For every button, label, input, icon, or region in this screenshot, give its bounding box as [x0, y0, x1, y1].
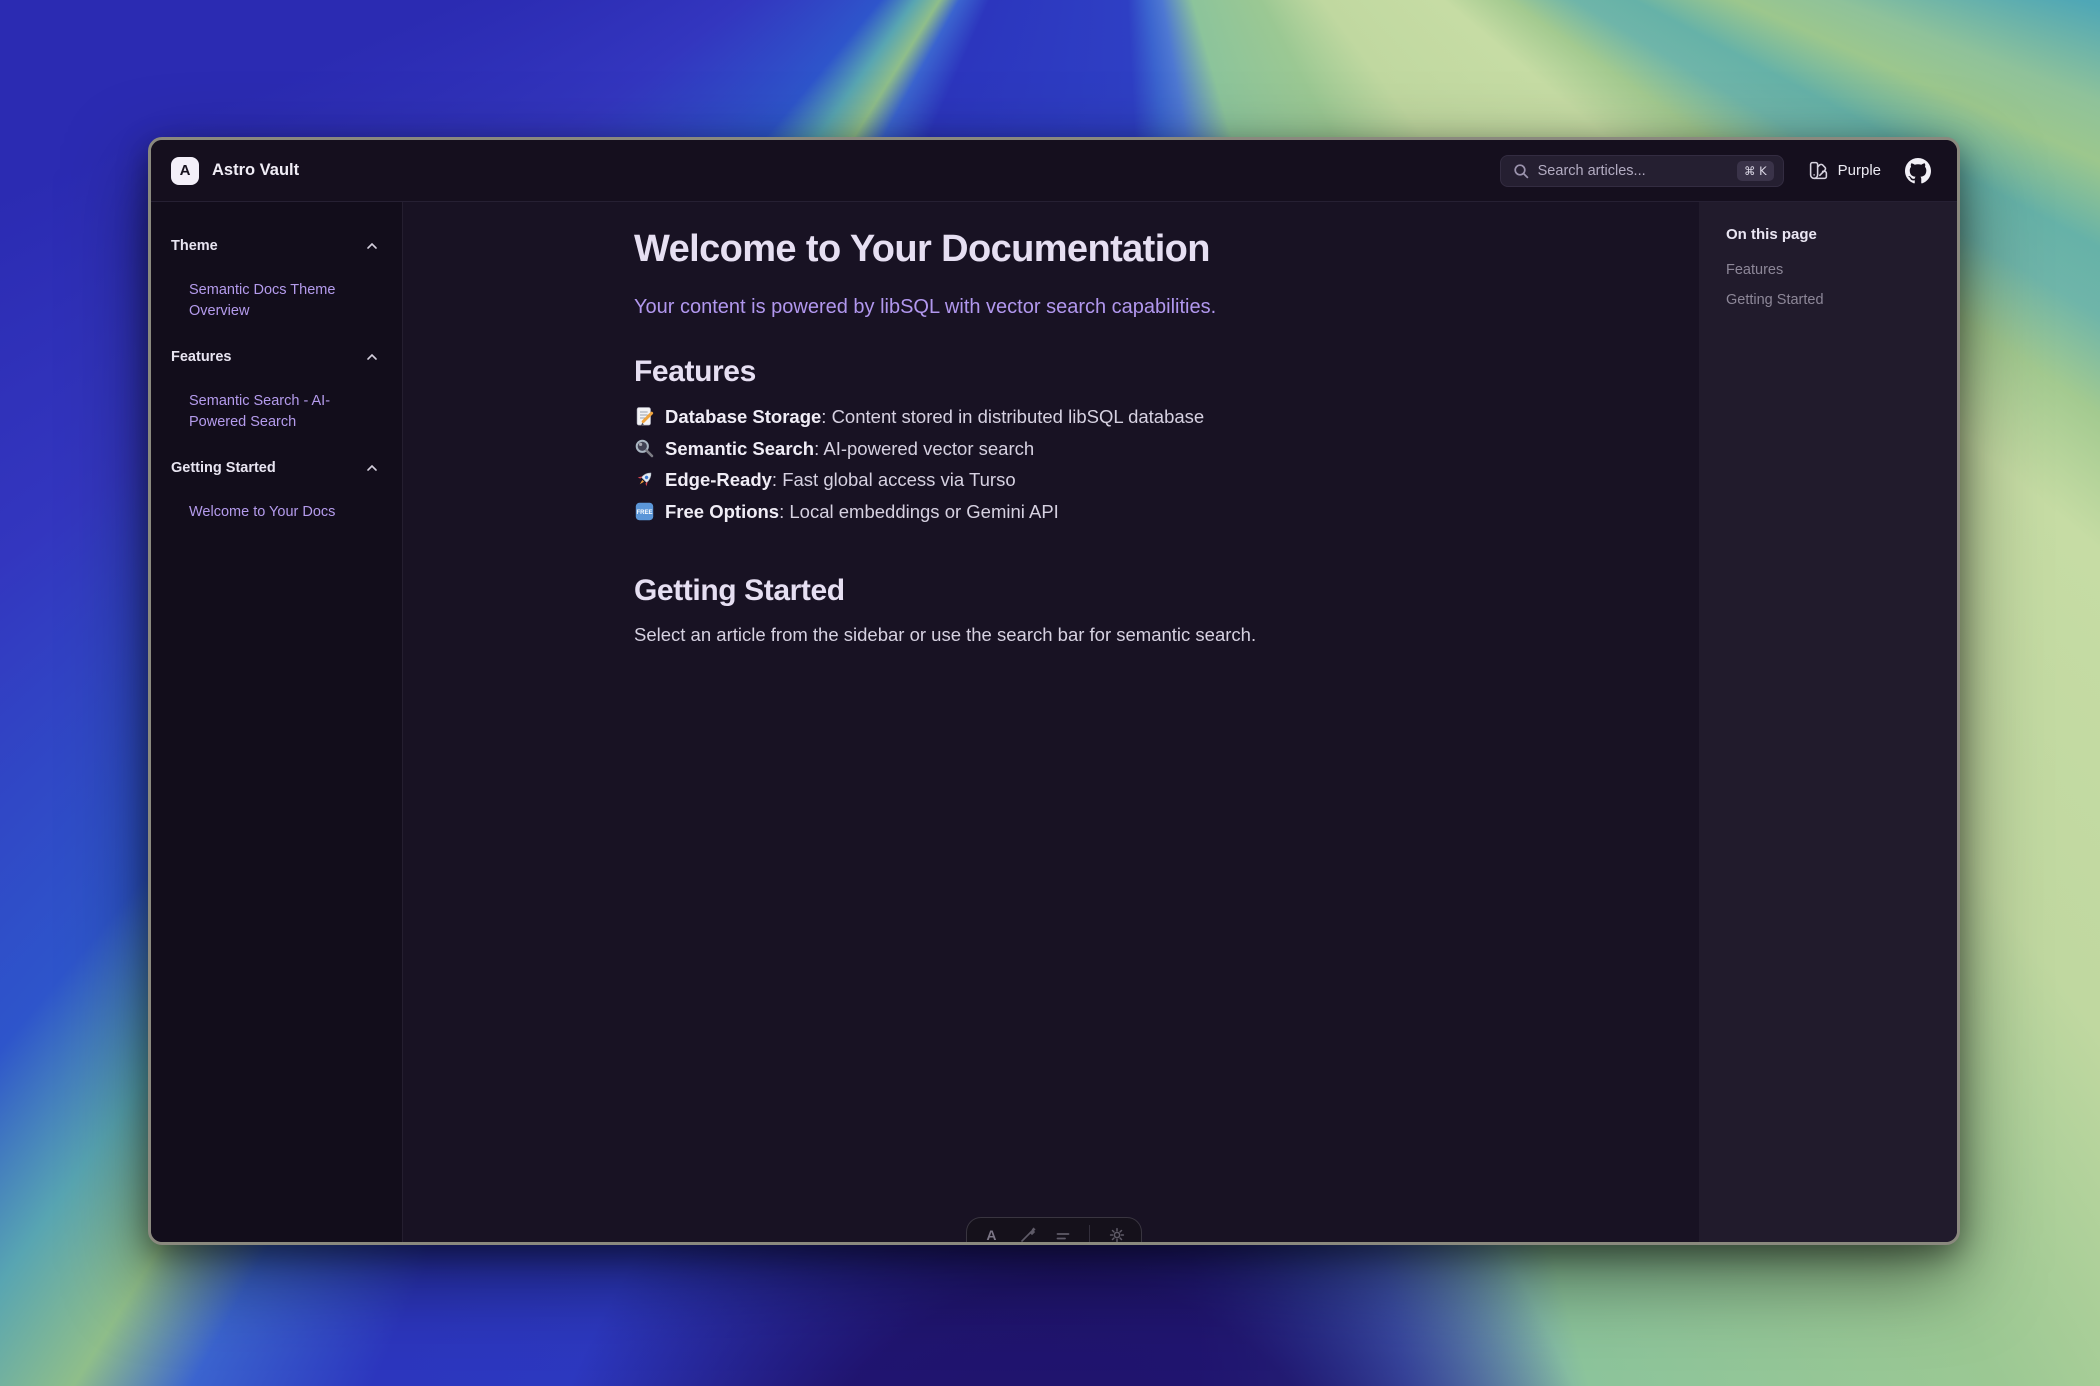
audit-lines-icon[interactable]: [1054, 1225, 1073, 1245]
feature-label: Semantic Search: [665, 438, 814, 459]
app-logo: A: [171, 157, 199, 185]
sidebar-section-label: Features: [171, 349, 231, 365]
feature-item-edge-ready: Edge-Ready: Fast global access via Turso: [634, 464, 1468, 496]
memo-icon: [634, 405, 655, 426]
app-header: A Astro Vault ⌘ K: [151, 140, 1957, 202]
sidebar-item-semantic-docs-theme-overview[interactable]: Semantic Docs Theme Overview: [171, 280, 361, 321]
sidebar-item-welcome-to-your-docs[interactable]: Welcome to Your Docs: [171, 502, 361, 523]
main-content: Welcome to Your Documentation Your conte…: [403, 202, 1699, 1242]
toc-link-features[interactable]: Features: [1726, 255, 1937, 285]
search-input[interactable]: [1538, 163, 1728, 179]
devbar-separator: [1089, 1225, 1090, 1245]
astro-logo-icon[interactable]: A: [982, 1225, 1001, 1245]
swatch-book-icon: [1808, 160, 1829, 181]
sidebar-item-semantic-search[interactable]: Semantic Search - AI-Powered Search: [171, 391, 361, 432]
app-title: Astro Vault: [212, 161, 299, 180]
toc-link-getting-started[interactable]: Getting Started: [1726, 285, 1937, 315]
toc-list: Features Getting Started: [1726, 255, 1937, 315]
app-window: A Astro Vault ⌘ K: [148, 137, 1960, 1245]
chevron-up-icon: [366, 241, 378, 251]
page-subtitle: Your content is powered by libSQL with v…: [634, 294, 1468, 321]
sidebar-nav: Theme Semantic Docs Theme Overview Featu…: [151, 202, 403, 1242]
feature-text: : AI-powered vector search: [814, 438, 1034, 459]
sidebar-section-theme-header[interactable]: Theme: [171, 238, 378, 254]
sidebar-section-getting-started-header[interactable]: Getting Started: [171, 460, 378, 476]
sidebar-section-label: Theme: [171, 238, 218, 254]
chevron-up-icon: [366, 352, 378, 362]
feature-text: : Local embeddings or Gemini API: [779, 501, 1059, 522]
settings-gear-icon[interactable]: [1107, 1225, 1126, 1245]
search-shortcut-badge: ⌘ K: [1737, 161, 1774, 181]
page-title: Welcome to Your Documentation: [634, 226, 1468, 272]
on-this-page-panel: On this page Features Getting Started: [1699, 202, 1957, 1242]
features-heading: Features: [634, 357, 1468, 387]
rocket-icon: [634, 468, 655, 489]
feature-item-free-options: FREE Free Options: Local embeddings or G…: [634, 496, 1468, 528]
getting-started-heading: Getting Started: [634, 576, 1468, 606]
sidebar-section-getting-started: Getting Started Welcome to Your Docs: [171, 460, 378, 523]
astro-dev-toolbar[interactable]: A: [966, 1217, 1142, 1245]
github-icon: [1905, 158, 1931, 184]
sidebar-section-theme: Theme Semantic Docs Theme Overview: [171, 238, 378, 321]
free-badge-icon: FREE: [634, 500, 655, 521]
github-link[interactable]: [1905, 158, 1931, 184]
search-icon: [1513, 163, 1529, 179]
magnifier-icon: [634, 437, 655, 458]
inspect-pen-icon[interactable]: [1018, 1225, 1037, 1245]
feature-text: : Content stored in distributed libSQL d…: [821, 406, 1204, 427]
feature-item-semantic-search: Semantic Search: AI-powered vector searc…: [634, 433, 1468, 465]
sidebar-section-label: Getting Started: [171, 460, 276, 476]
desktop-wallpaper: { "header": { "logo_letter": "A", "app_t…: [0, 0, 2100, 1386]
brand[interactable]: A Astro Vault: [171, 157, 299, 185]
feature-label: Edge-Ready: [665, 469, 772, 490]
header-actions: ⌘ K Purple: [1500, 155, 1931, 187]
feature-label: Database Storage: [665, 406, 821, 427]
chevron-up-icon: [366, 463, 378, 473]
toc-title: On this page: [1726, 226, 1937, 243]
svg-text:FREE: FREE: [636, 510, 652, 516]
sidebar-section-features: Features Semantic Search - AI-Powered Se…: [171, 349, 378, 432]
search-bar[interactable]: ⌘ K: [1500, 155, 1784, 187]
theme-switcher-label: Purple: [1838, 162, 1881, 179]
feature-item-database-storage: Database Storage: Content stored in dist…: [634, 401, 1468, 433]
app-logo-letter: A: [180, 162, 191, 179]
feature-label: Free Options: [665, 501, 779, 522]
theme-switcher-button[interactable]: Purple: [1808, 160, 1881, 181]
feature-list: Database Storage: Content stored in dist…: [634, 401, 1468, 528]
sidebar-section-features-header[interactable]: Features: [171, 349, 378, 365]
feature-text: : Fast global access via Turso: [772, 469, 1016, 490]
getting-started-text: Select an article from the sidebar or us…: [634, 622, 1468, 648]
